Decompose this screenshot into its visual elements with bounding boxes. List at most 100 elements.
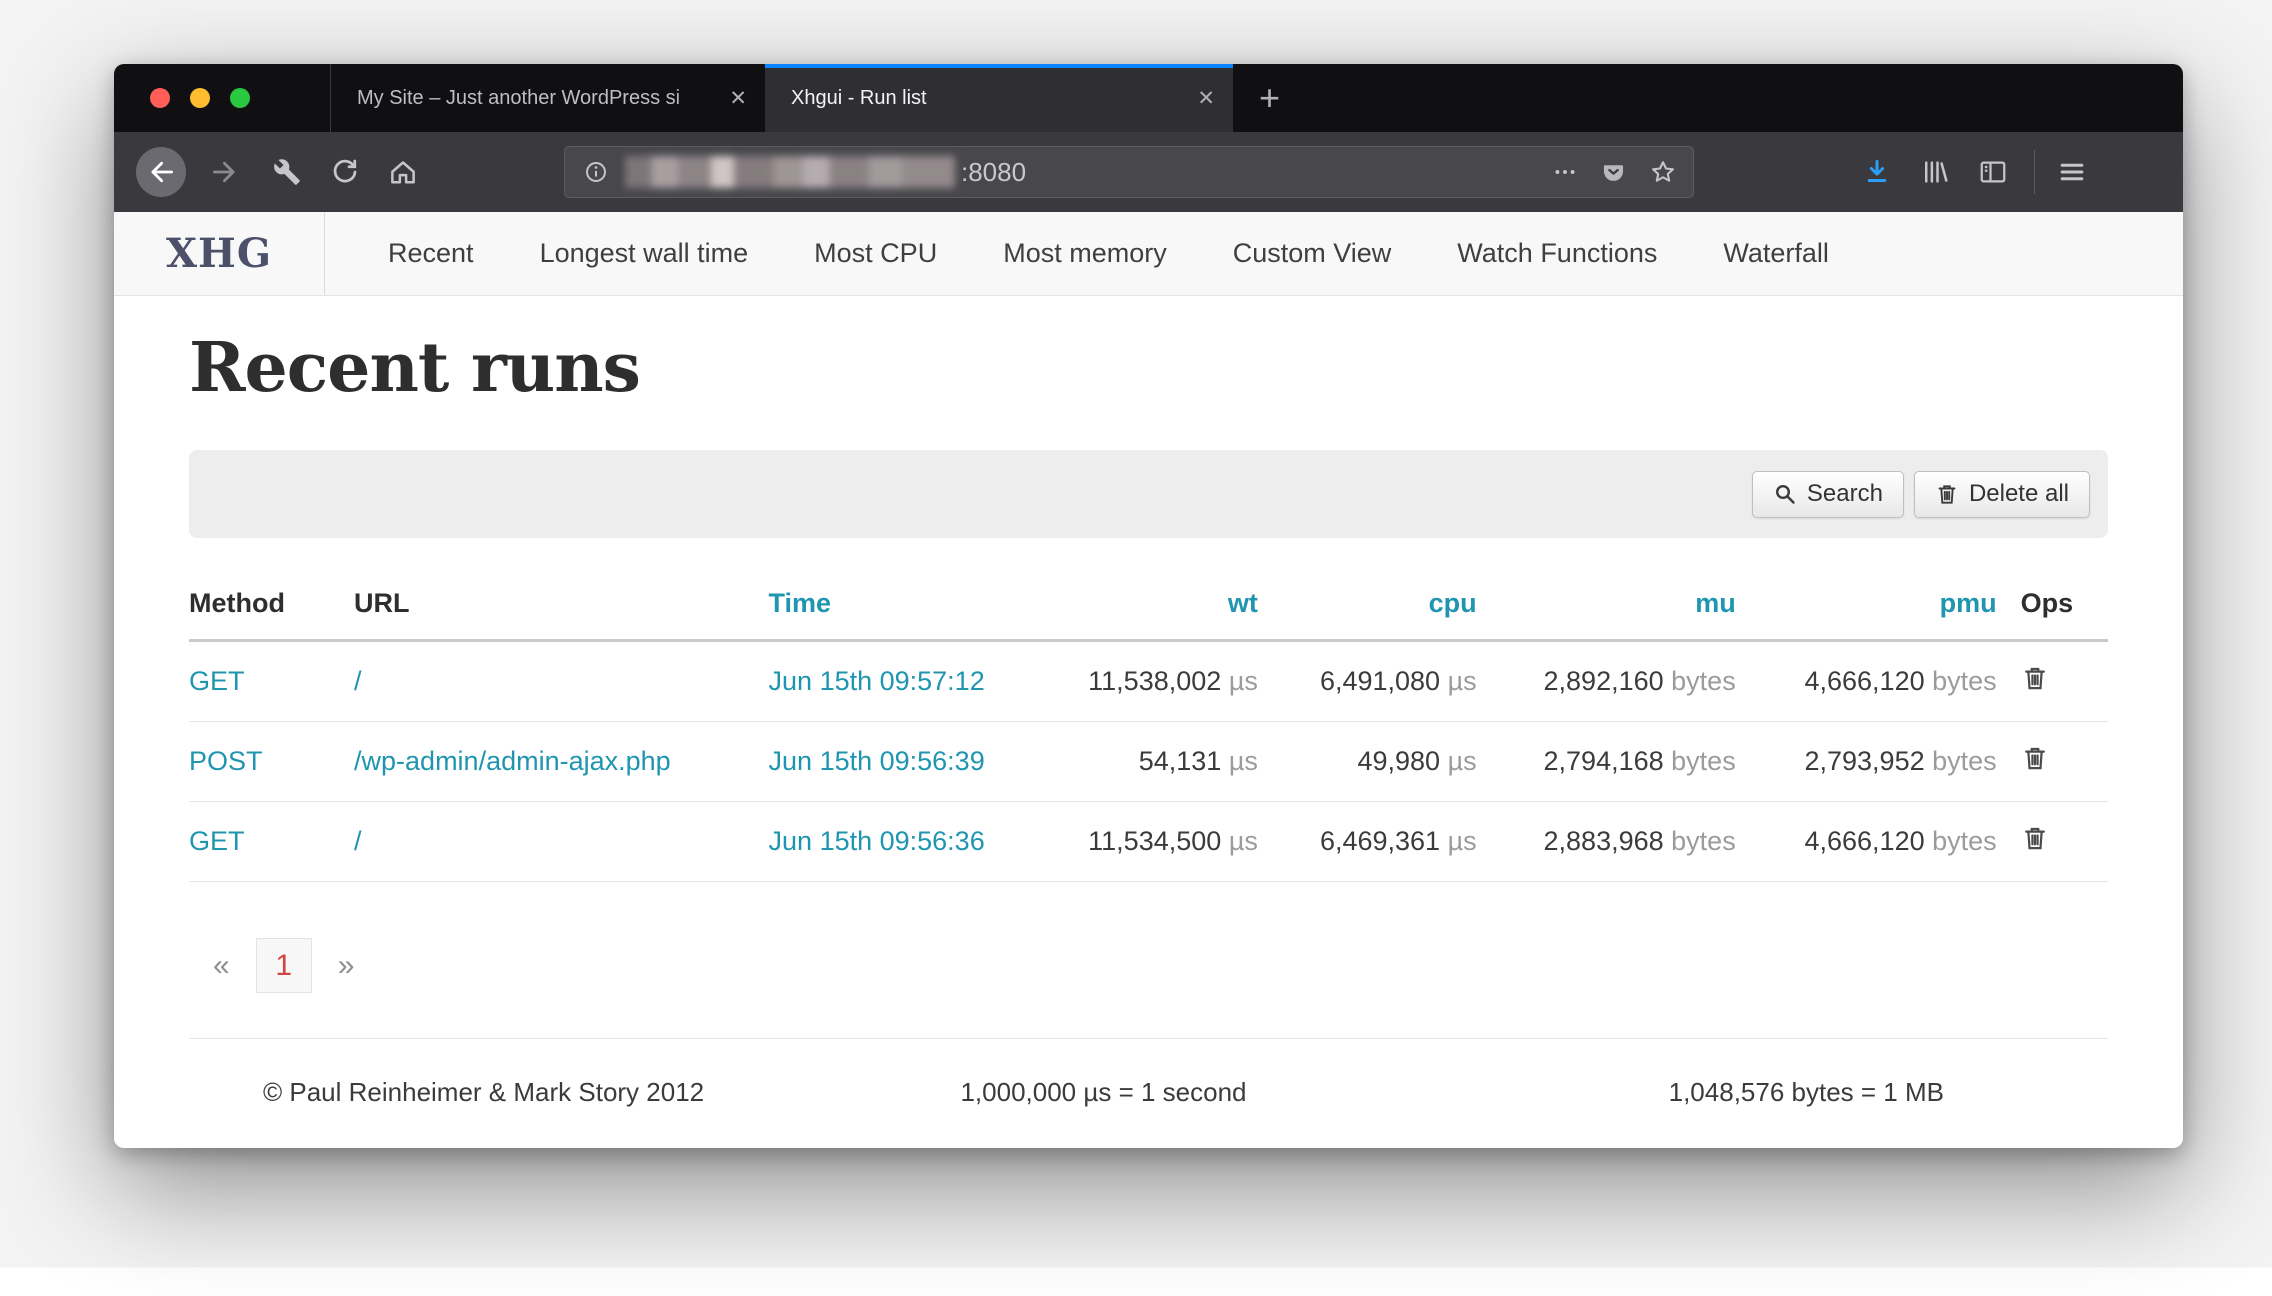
nav-item-custom-view[interactable]: Custom View [1200, 238, 1425, 269]
delete-run-button[interactable] [2021, 824, 2049, 852]
pmu-unit: bytes [1932, 666, 1997, 696]
back-icon [146, 157, 176, 187]
page-actions-button[interactable] [1552, 159, 1578, 185]
star-icon [1649, 158, 1677, 186]
cpu-value: 49,980 [1357, 746, 1440, 776]
runs-table: Method URL Time wt cpu mu pmu Ops GET / … [189, 574, 2108, 882]
pmu-unit: bytes [1932, 826, 1997, 856]
desktop: { "browser": { "tab1_title": "My Site – … [0, 0, 2272, 1296]
run-method-link[interactable]: GET [189, 826, 245, 856]
col-header-cpu[interactable]: cpu [1258, 574, 1477, 641]
tools-button[interactable] [262, 158, 312, 186]
trash-icon [2021, 664, 2049, 692]
run-time-link[interactable]: Jun 15th 09:57:12 [769, 666, 985, 696]
home-button[interactable] [378, 157, 428, 187]
table-row: GET / Jun 15th 09:57:12 11,538,002 µs 6,… [189, 641, 2108, 722]
tab-bar: My Site – Just another WordPress si ✕ Xh… [114, 64, 2183, 132]
nav-item-longest-wall-time[interactable]: Longest wall time [507, 238, 782, 269]
col-header-time[interactable]: Time [769, 574, 1009, 641]
zoom-window-button[interactable] [230, 88, 250, 108]
pagination-prev[interactable]: « [213, 949, 230, 983]
cpu-unit: µs [1448, 746, 1477, 776]
wrench-icon [273, 158, 301, 186]
col-header-pmu[interactable]: pmu [1736, 574, 1997, 641]
browser-window: My Site – Just another WordPress si ✕ Xh… [114, 64, 2183, 1148]
address-bar[interactable]: :8080 [564, 146, 1694, 198]
tab-close-icon[interactable]: ✕ [729, 86, 747, 111]
tab-title: Xhgui - Run list [791, 87, 1183, 110]
nav-item-most-cpu[interactable]: Most CPU [781, 238, 970, 269]
mu-value: 2,883,968 [1544, 826, 1664, 856]
sidebar-toggle-button[interactable] [1978, 157, 2008, 187]
nav-item-watch-functions[interactable]: Watch Functions [1424, 238, 1690, 269]
back-button[interactable] [136, 147, 186, 197]
trash-icon [2021, 824, 2049, 852]
home-icon [388, 157, 418, 187]
cpu-value: 6,491,080 [1320, 666, 1440, 696]
tab-my-site[interactable]: My Site – Just another WordPress si ✕ [330, 64, 765, 132]
menu-button[interactable] [2057, 157, 2087, 187]
downloads-button[interactable] [1862, 157, 1892, 187]
page-footer: © Paul Reinheimer & Mark Story 2012 1,00… [189, 1038, 2108, 1144]
site-info-icon[interactable] [583, 159, 609, 185]
col-header-wt[interactable]: wt [1008, 574, 1257, 641]
pmu-unit: bytes [1932, 746, 1997, 776]
forward-icon [210, 157, 240, 187]
wt-value: 11,534,500 [1088, 826, 1221, 856]
window-controls [114, 64, 330, 132]
nav-item-waterfall[interactable]: Waterfall [1690, 238, 1862, 269]
redacted-host [625, 156, 955, 188]
nav-item-recent[interactable]: Recent [355, 238, 507, 269]
cpu-unit: µs [1448, 666, 1477, 696]
nav-item-most-memory[interactable]: Most memory [970, 238, 1200, 269]
page-content: Recent runs Search Delete all Method URL… [114, 328, 2183, 1144]
pagination-next[interactable]: » [338, 949, 355, 983]
cpu-unit: µs [1448, 826, 1477, 856]
delete-all-button[interactable]: Delete all [1914, 471, 2090, 518]
trash-icon [1935, 482, 1959, 506]
save-to-pocket-button[interactable] [1600, 159, 1627, 186]
new-tab-button[interactable]: + [1233, 64, 1306, 132]
bookmark-star-button[interactable] [1649, 158, 1677, 186]
forward-button[interactable] [202, 157, 248, 187]
delete-run-button[interactable] [2021, 744, 2049, 772]
download-icon [1862, 157, 1892, 187]
run-time-link[interactable]: Jun 15th 09:56:39 [769, 746, 985, 776]
run-url-link[interactable]: / [354, 826, 362, 856]
delete-run-button[interactable] [2021, 664, 2049, 692]
wt-value: 54,131 [1139, 746, 1222, 776]
browser-toolbar: :8080 [114, 132, 2183, 212]
run-url-link[interactable]: / [354, 666, 362, 696]
wt-unit: µs [1229, 666, 1258, 696]
run-method-link[interactable]: GET [189, 666, 245, 696]
hamburger-icon [2057, 157, 2087, 187]
pmu-value: 4,666,120 [1804, 666, 1924, 696]
site-navbar: XHG Recent Longest wall time Most CPU Mo… [114, 212, 2183, 296]
minimize-window-button[interactable] [190, 88, 210, 108]
mu-unit: bytes [1671, 746, 1736, 776]
delete-all-button-label: Delete all [1969, 480, 2069, 508]
table-row: GET / Jun 15th 09:56:36 11,534,500 µs 6,… [189, 802, 2108, 882]
run-url-link[interactable]: /wp-admin/admin-ajax.php [354, 746, 671, 776]
wt-unit: µs [1229, 826, 1258, 856]
reload-button[interactable] [320, 157, 370, 187]
run-method-link[interactable]: POST [189, 746, 263, 776]
footer-time-note: 1,000,000 µs = 1 second [823, 1077, 1383, 1108]
close-window-button[interactable] [150, 88, 170, 108]
pagination: « 1 » [213, 938, 2108, 993]
pagination-page-1[interactable]: 1 [256, 938, 312, 993]
library-button[interactable] [1920, 157, 1950, 187]
col-header-mu[interactable]: mu [1477, 574, 1736, 641]
xhgui-logo[interactable]: XHG [114, 212, 324, 295]
table-header-row: Method URL Time wt cpu mu pmu Ops [189, 574, 2108, 641]
tab-xhgui-run-list[interactable]: Xhgui - Run list ✕ [765, 64, 1233, 132]
pocket-icon [1600, 159, 1627, 186]
pmu-value: 2,793,952 [1804, 746, 1924, 776]
wt-value: 11,538,002 [1088, 666, 1221, 696]
tab-close-icon[interactable]: ✕ [1197, 86, 1215, 111]
col-header-method: Method [189, 574, 354, 641]
pmu-value: 4,666,120 [1804, 826, 1924, 856]
run-time-link[interactable]: Jun 15th 09:56:36 [769, 826, 985, 856]
toolbar-separator [2034, 150, 2035, 194]
search-button[interactable]: Search [1752, 471, 1904, 518]
